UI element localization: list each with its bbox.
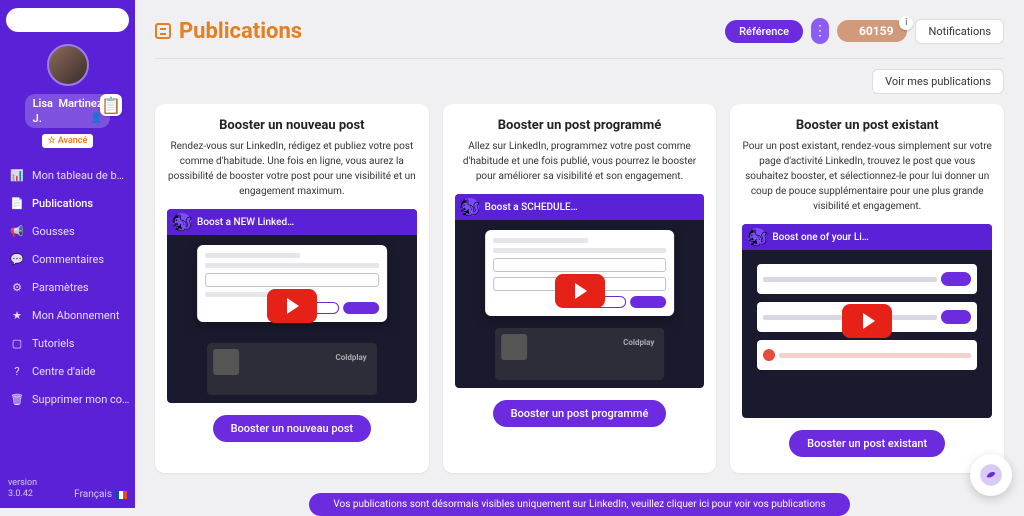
- video-title: Boost a NEW Linked…: [197, 217, 294, 228]
- boost-existing-button[interactable]: Booster un post existant: [789, 430, 945, 457]
- trash-icon: 🗑: [10, 392, 24, 406]
- sidebar-item-settings[interactable]: ⚙ Paramètres: [2, 274, 133, 300]
- sidebar-item-pods[interactable]: 📢 Gousses: [2, 218, 133, 244]
- video-thumbnail[interactable]: 🐿Boost a NEW Linked… Coldplay: [167, 209, 417, 403]
- user-badge: Lisa Martinez J.👤: [25, 94, 111, 128]
- card-description: Pour un post existant, rendez-vous simpl…: [742, 139, 992, 214]
- video-icon: ▢: [10, 336, 24, 350]
- card-description: Allez sur LinkedIn, programmez votre pos…: [455, 139, 705, 184]
- sidebar-item-label: Mon tableau de b…: [32, 169, 124, 182]
- sidebar-item-label: Paramètres: [32, 281, 89, 294]
- gear-icon: ⚙: [10, 280, 24, 294]
- video-thumbnail[interactable]: 🐿 Boost one of your Li…: [742, 224, 992, 418]
- avatar[interactable]: [47, 44, 89, 86]
- channel-avatar-icon: 🐿: [748, 228, 766, 246]
- squirrel-icon: [978, 462, 1004, 488]
- sidebar-item-comments[interactable]: 💬 Commentaires: [2, 246, 133, 272]
- help-icon: ?: [10, 364, 24, 378]
- sidebar-item-label: Mon Abonnement: [32, 309, 119, 322]
- version-number: 3.0.42: [8, 489, 37, 500]
- sidebar-item-label: Commentaires: [32, 253, 104, 266]
- sidebar: Lisa Martinez J.👤 ☆Avancé 📋 📊 Mon tableau…: [0, 0, 135, 508]
- info-icon: i: [899, 16, 913, 30]
- card-scheduled-post: Booster un post programmé Allez sur Link…: [443, 104, 717, 473]
- flag-icon: [115, 491, 127, 499]
- reference-button[interactable]: Référence: [725, 20, 803, 43]
- page-title: Publications: [179, 19, 302, 44]
- channel-avatar-icon: 🐿: [461, 198, 479, 216]
- sidebar-item-delete[interactable]: 🗑 Supprimer mon co…: [2, 386, 133, 412]
- footer-banner[interactable]: Vos publications sont désormais visibles…: [309, 493, 849, 516]
- sidebar-item-subscription[interactable]: ★ Mon Abonnement: [2, 302, 133, 328]
- sidebar-item-label: Gousses: [32, 225, 75, 238]
- sidebar-nav: 📊 Mon tableau de b… 📄 Publications 📢 Gousse…: [0, 162, 135, 412]
- card-title: Booster un post existant: [796, 118, 939, 133]
- card-existing-post: Booster un post existant Pour un post ex…: [730, 104, 1004, 473]
- view-publications-button[interactable]: Voir mes publications: [872, 69, 1004, 94]
- cards-row: Booster un nouveau post Rendez-vous sur …: [155, 104, 1004, 473]
- page-header: Publications Référence ⋮ 60159i Notifica…: [155, 18, 1004, 44]
- search-input[interactable]: [6, 8, 129, 32]
- sidebar-item-tutorials[interactable]: ▢ Tutoriels: [2, 330, 133, 356]
- sidebar-item-label: Tutoriels: [32, 337, 74, 350]
- main-content: Publications Référence ⋮ 60159i Notifica…: [135, 0, 1024, 516]
- level-badge: ☆Avancé: [42, 134, 94, 148]
- sidebar-item-label: Supprimer mon co…: [32, 393, 129, 406]
- card-title: Booster un nouveau post: [219, 118, 364, 133]
- video-title: Boost a SCHEDULE…: [485, 202, 578, 213]
- language-selector[interactable]: Français: [74, 489, 127, 500]
- sidebar-item-help[interactable]: ? Centre d'aide: [2, 358, 133, 384]
- more-menu-button[interactable]: ⋮: [811, 18, 829, 44]
- version-label: version: [8, 478, 37, 489]
- notifications-button[interactable]: Notifications: [915, 19, 1004, 44]
- card-new-post: Booster un nouveau post Rendez-vous sur …: [155, 104, 429, 473]
- play-icon[interactable]: [842, 304, 892, 338]
- boost-new-button[interactable]: Booster un nouveau post: [213, 415, 372, 442]
- video-thumbnail[interactable]: 🐿Boost a SCHEDULE… Coldplay: [455, 194, 705, 388]
- publications-icon: [155, 23, 171, 39]
- channel-avatar-icon: 🐿: [173, 213, 191, 231]
- card-title: Booster un post programmé: [498, 118, 662, 133]
- play-icon[interactable]: [555, 274, 605, 308]
- doc-icon: 📄: [10, 196, 24, 210]
- collapse-toggle[interactable]: 📋: [100, 94, 122, 116]
- score-badge[interactable]: 60159i: [837, 20, 907, 42]
- star-icon: ★: [10, 308, 24, 322]
- boost-scheduled-button[interactable]: Booster un post programmé: [493, 400, 667, 427]
- card-description: Rendez-vous sur LinkedIn, rédigez et pub…: [167, 139, 417, 199]
- comment-icon: 💬: [10, 252, 24, 266]
- chart-icon: 📊: [10, 168, 24, 182]
- sidebar-item-publications[interactable]: 📄 Publications: [2, 190, 133, 216]
- divider: [155, 58, 1004, 59]
- chat-fab[interactable]: [970, 454, 1012, 496]
- sidebar-footer: version3.0.42 Français: [0, 472, 135, 508]
- sidebar-item-label: Centre d'aide: [32, 365, 95, 378]
- video-title: Boost one of your Li…: [772, 232, 869, 243]
- sidebar-item-dashboard[interactable]: 📊 Mon tableau de b…: [2, 162, 133, 188]
- megaphone-icon: 📢: [10, 224, 24, 238]
- play-icon[interactable]: [267, 289, 317, 323]
- sidebar-item-label: Publications: [32, 197, 93, 210]
